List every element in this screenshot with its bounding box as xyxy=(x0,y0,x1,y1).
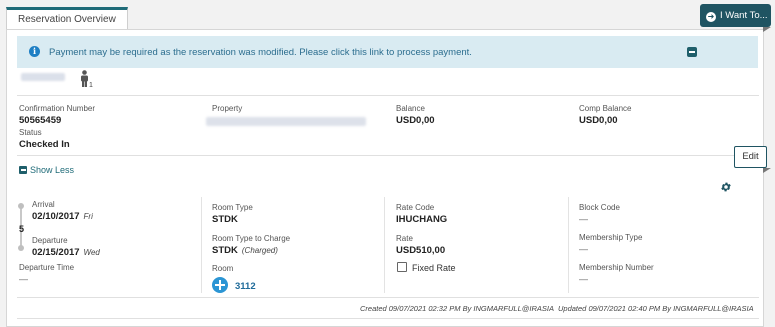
rate-code-value: IHUCHANG xyxy=(396,214,448,225)
room-type-charge-value: STDK xyxy=(212,245,238,256)
rate-value: USD510,00 xyxy=(396,245,446,256)
divider xyxy=(17,95,759,96)
fixed-rate-checkbox[interactable] xyxy=(397,262,407,272)
gear-icon[interactable] xyxy=(720,181,732,193)
rate-label: Rate xyxy=(396,234,413,243)
arrival-label: Arrival xyxy=(32,200,55,209)
membership-number-value: — xyxy=(579,274,588,284)
comp-balance-value: USD0,00 xyxy=(579,115,618,126)
person-icon xyxy=(81,70,88,87)
column-separator xyxy=(568,197,569,293)
divider xyxy=(17,297,759,298)
collapse-icon[interactable] xyxy=(687,47,697,57)
status-label: Status xyxy=(19,128,42,137)
room-type-charge-label: Room Type to Charge xyxy=(212,234,291,243)
divider xyxy=(17,318,759,319)
arrow-right-circle-icon: ➜ xyxy=(706,12,716,22)
rate-code-label: Rate Code xyxy=(396,203,435,212)
room-type-charge: STDK (Charged) xyxy=(212,245,278,256)
confirmation-value: 50565459 xyxy=(19,115,62,126)
divider xyxy=(17,155,759,156)
edit-button[interactable]: Edit xyxy=(734,146,767,168)
updated-info: Updated 09/07/2021 02:40 PM By INGMARFUL… xyxy=(558,304,754,313)
room-type-charge-note: (Charged) xyxy=(241,246,278,255)
add-room-icon[interactable] xyxy=(212,277,228,293)
tab-reservation-overview[interactable]: Reservation Overview xyxy=(6,7,128,30)
reservation-panel: i Payment may be required as the reserva… xyxy=(6,29,764,327)
show-less-toggle[interactable]: Show Less xyxy=(19,165,74,175)
property-label: Property xyxy=(212,104,243,113)
departure-date-value: 02/15/2017 xyxy=(32,247,80,258)
departure-time-label: Departure Time xyxy=(19,263,75,272)
departure-date: 02/15/2017 Wed xyxy=(32,247,100,258)
departure-day: Wed xyxy=(83,248,100,257)
payment-banner: i Payment may be required as the reserva… xyxy=(17,36,758,68)
block-code-label: Block Code xyxy=(579,203,620,212)
membership-type-value: — xyxy=(579,244,588,254)
room-number-link[interactable]: 3112 xyxy=(235,281,256,292)
arrival-dot xyxy=(18,203,24,209)
i-want-to-button[interactable]: ➜ I Want To... xyxy=(700,4,771,27)
arrival-date: 02/10/2017 Fri xyxy=(32,211,93,222)
guest-name-redacted[interactable] xyxy=(21,73,65,81)
fixed-rate-label: Fixed Rate xyxy=(412,263,456,273)
departure-dot xyxy=(18,245,24,251)
room-type-label: Room Type xyxy=(212,203,253,212)
comp-balance-label: Comp Balance xyxy=(579,104,632,113)
arrival-day: Fri xyxy=(83,212,93,221)
room-type-value: STDK xyxy=(212,214,238,225)
i-want-to-label: I Want To... xyxy=(720,10,768,21)
created-info: Created 09/07/2021 02:32 PM By INGMARFUL… xyxy=(360,304,554,313)
show-less-label: Show Less xyxy=(30,165,75,175)
balance-value: USD0,00 xyxy=(396,115,435,126)
status-value: Checked In xyxy=(19,139,70,150)
arrival-date-value: 02/10/2017 xyxy=(32,211,80,222)
property-value-redacted xyxy=(206,117,366,126)
departure-time-value: — xyxy=(19,274,28,284)
confirmation-label: Confirmation Number xyxy=(19,104,96,113)
membership-number-label: Membership Number xyxy=(579,263,654,272)
edit-button-shadow xyxy=(763,168,771,173)
departure-label: Departure xyxy=(32,236,68,245)
membership-type-label: Membership Type xyxy=(579,233,643,242)
room-label: Room xyxy=(212,264,234,273)
block-code-value: — xyxy=(579,214,588,224)
i-want-to-shadow xyxy=(763,27,771,32)
payment-message-link[interactable]: Payment may be required as the reservati… xyxy=(49,47,472,58)
adults-count: 1 xyxy=(89,82,93,89)
info-icon: i xyxy=(29,46,40,57)
minus-square-icon xyxy=(19,166,27,174)
nights-count: 5 xyxy=(19,224,25,234)
column-separator xyxy=(201,197,202,293)
balance-label: Balance xyxy=(396,104,425,113)
column-separator xyxy=(384,197,385,293)
